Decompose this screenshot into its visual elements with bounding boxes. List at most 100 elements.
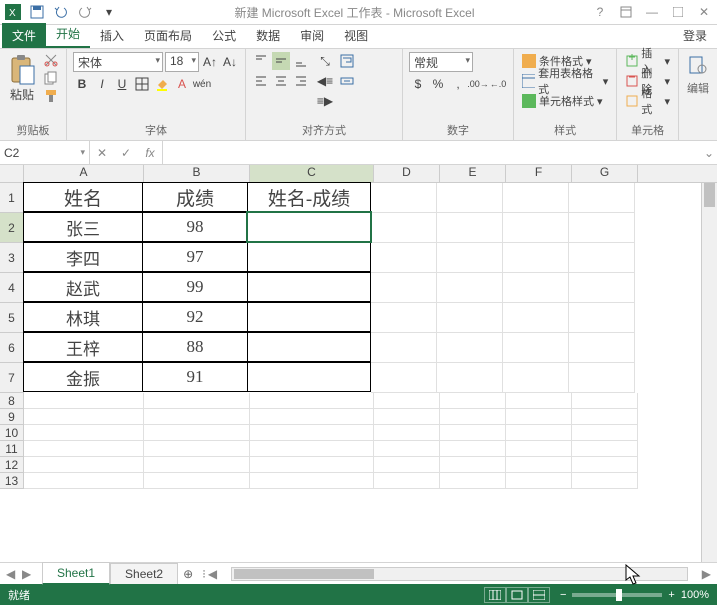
hscroll-right-icon[interactable]: ▶ [700, 567, 713, 581]
zoom-out-button[interactable]: − [560, 589, 566, 601]
comma-format-icon[interactable]: , [449, 75, 467, 93]
tab-view[interactable]: 视图 [334, 23, 378, 48]
column-header-F[interactable]: F [506, 165, 572, 182]
page-layout-view-icon[interactable] [506, 587, 528, 603]
border-button[interactable] [133, 75, 151, 93]
number-format-combo[interactable]: 常规 [409, 52, 473, 72]
cell[interactable] [371, 333, 437, 363]
cell[interactable]: 88 [142, 332, 248, 362]
cell[interactable]: 赵武 [23, 272, 143, 302]
row-header[interactable]: 7 [0, 363, 24, 393]
underline-button[interactable]: U [113, 75, 131, 93]
cell[interactable] [250, 393, 374, 409]
hscroll-left-icon[interactable]: ◀ [206, 567, 219, 581]
phonetic-button[interactable]: wén [193, 75, 211, 93]
cell[interactable] [503, 273, 569, 303]
row-header[interactable]: 4 [0, 273, 24, 303]
cell[interactable]: 97 [142, 242, 248, 272]
cell[interactable]: 林琪 [23, 302, 143, 332]
cell[interactable] [250, 473, 374, 489]
cell[interactable] [440, 457, 506, 473]
row-header[interactable]: 11 [0, 441, 24, 457]
column-header-A[interactable]: A [24, 165, 144, 182]
select-all-corner[interactable] [0, 165, 24, 182]
cell[interactable] [437, 333, 503, 363]
font-size-combo[interactable]: 18 [165, 52, 199, 72]
tab-insert[interactable]: 插入 [90, 23, 134, 48]
cell[interactable] [371, 363, 437, 393]
cell[interactable] [437, 243, 503, 273]
cell[interactable]: 成绩 [142, 182, 248, 212]
cell[interactable] [503, 303, 569, 333]
fill-color-button[interactable] [153, 75, 171, 93]
cell[interactable] [440, 393, 506, 409]
cell[interactable] [374, 409, 440, 425]
cell[interactable]: 李四 [23, 242, 143, 272]
cell[interactable] [374, 393, 440, 409]
cell[interactable] [440, 473, 506, 489]
column-header-D[interactable]: D [374, 165, 440, 182]
cell[interactable] [144, 457, 250, 473]
cell[interactable] [440, 409, 506, 425]
cancel-formula-icon[interactable]: ✕ [90, 141, 114, 164]
decrease-decimal-icon[interactable]: ←.0 [489, 75, 507, 93]
cell[interactable]: 金振 [23, 362, 143, 392]
cell[interactable] [374, 473, 440, 489]
cell[interactable] [569, 213, 635, 243]
ribbon-display-icon[interactable] [617, 3, 635, 21]
cell[interactable] [371, 183, 437, 213]
tab-home[interactable]: 开始 [46, 21, 90, 48]
undo-icon[interactable] [52, 3, 70, 21]
cell[interactable] [503, 363, 569, 393]
enter-formula-icon[interactable]: ✓ [114, 141, 138, 164]
align-right-icon[interactable] [292, 72, 310, 90]
cell[interactable] [437, 213, 503, 243]
row-header[interactable]: 8 [0, 393, 24, 409]
cell[interactable] [24, 425, 144, 441]
cell[interactable] [440, 441, 506, 457]
cell[interactable] [572, 409, 638, 425]
row-header[interactable]: 3 [0, 243, 24, 273]
save-icon[interactable] [28, 3, 46, 21]
cell[interactable] [144, 473, 250, 489]
cell[interactable] [371, 243, 437, 273]
horizontal-scrollbar[interactable] [231, 567, 688, 581]
cell[interactable] [247, 242, 371, 272]
cell-styles-button[interactable]: 单元格样式▾ [520, 92, 610, 110]
cell[interactable] [250, 441, 374, 457]
login-link[interactable]: 登录 [673, 23, 717, 48]
cell[interactable] [572, 425, 638, 441]
cell[interactable]: 姓名 [23, 182, 143, 212]
column-header-G[interactable]: G [572, 165, 638, 182]
cell[interactable] [503, 213, 569, 243]
cell[interactable] [371, 213, 437, 243]
cell[interactable] [572, 441, 638, 457]
cell[interactable] [503, 333, 569, 363]
cell[interactable] [144, 441, 250, 457]
cell[interactable]: 91 [142, 362, 248, 392]
zoom-slider[interactable] [572, 593, 662, 597]
format-painter-icon[interactable] [42, 88, 60, 104]
row-header[interactable]: 6 [0, 333, 24, 363]
row-header[interactable]: 10 [0, 425, 24, 441]
copy-icon[interactable] [42, 70, 60, 86]
cell[interactable] [144, 409, 250, 425]
cell[interactable] [437, 273, 503, 303]
italic-button[interactable]: I [93, 75, 111, 93]
fx-icon[interactable]: fx [138, 141, 162, 164]
zoom-in-button[interactable]: + [668, 589, 674, 601]
cell[interactable] [250, 457, 374, 473]
cell[interactable] [374, 441, 440, 457]
cell[interactable] [250, 409, 374, 425]
cell[interactable]: 92 [142, 302, 248, 332]
cell[interactable] [144, 393, 250, 409]
align-center-icon[interactable] [272, 72, 290, 90]
qat-dropdown-icon[interactable]: ▾ [100, 3, 118, 21]
accounting-format-icon[interactable]: $ [409, 75, 427, 93]
sheet-nav-prev-icon[interactable]: ◀ [6, 567, 20, 581]
cell[interactable] [247, 272, 371, 302]
normal-view-icon[interactable] [484, 587, 506, 603]
zoom-level[interactable]: 100% [681, 589, 709, 601]
cut-icon[interactable] [42, 52, 60, 68]
cell[interactable] [374, 457, 440, 473]
